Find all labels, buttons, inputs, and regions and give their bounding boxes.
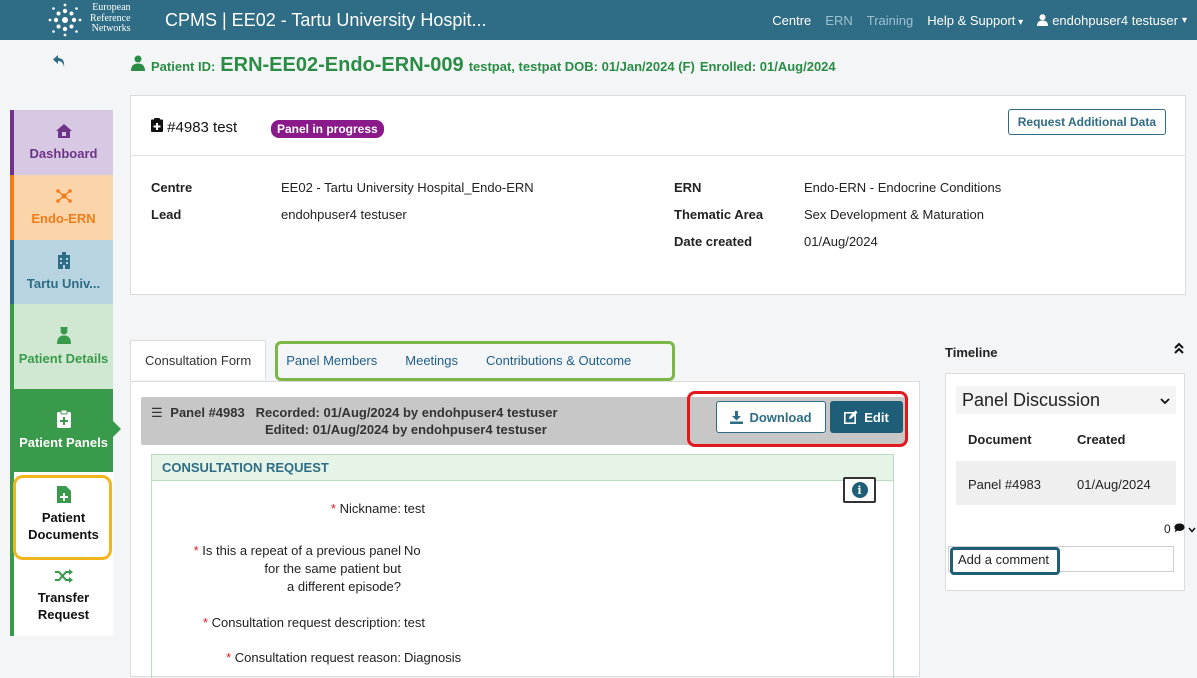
clipboard-plus-icon xyxy=(56,409,71,431)
field-label-text: for the same patient but xyxy=(264,561,401,576)
case-id-text: #4983 test xyxy=(167,119,238,136)
sidebar-item-endo-ern[interactable]: Endo-ERN xyxy=(10,175,113,240)
app-title[interactable]: CPMS | EE02 - Tartu University Hospit... xyxy=(165,10,486,31)
sidebar-item-patient-panels[interactable]: Patient Panels xyxy=(10,389,121,472)
edited-info: Edited: 01/Aug/2024 by endohpuser4 testu… xyxy=(265,422,547,437)
nav-link-centre[interactable]: Centre xyxy=(772,13,811,28)
collapse-up-icon[interactable] xyxy=(1174,341,1184,357)
patient-id-label: Patient ID: xyxy=(151,59,216,74)
sidebar-item-label: Patient Panels xyxy=(19,435,108,450)
field-label-text: Is this a repeat of a previous panel xyxy=(202,543,401,558)
comment-count-value: 0 xyxy=(1164,522,1171,536)
help-support-dropdown[interactable]: Help & Support xyxy=(927,13,1023,28)
request-additional-data-button[interactable]: Request Additional Data xyxy=(1007,109,1166,135)
back-arrow-icon[interactable] xyxy=(52,52,66,73)
sidebar-item-transfer-request[interactable]: Transfer Request xyxy=(10,556,113,636)
highlight-yellow xyxy=(13,475,112,560)
patient-header: Patient ID: ERN-EE02-Endo-ERN-009 testpa… xyxy=(130,54,836,77)
thematic-area-value: Sex Development & Maturation xyxy=(804,207,984,222)
thematic-area-label: Thematic Area xyxy=(674,207,764,222)
patient-details: testpat, testpat DOB: 01/Jan/2024 (F) xyxy=(468,59,695,74)
lead-value: endohpuser4 testuser xyxy=(281,207,407,222)
clipboard-plus-icon xyxy=(151,118,163,132)
nav-link-ern[interactable]: ERN xyxy=(825,13,852,28)
user-menu-dropdown[interactable]: endohpuser4 testuser ▾ xyxy=(1037,13,1187,28)
add-comment-placeholder[interactable]: Add a comment xyxy=(950,547,1060,575)
home-icon xyxy=(55,123,73,142)
chevron-down-icon xyxy=(1188,527,1196,533)
panel-summary-card: #4983 test Panel in progress Request Add… xyxy=(130,95,1186,295)
panel-discussion-header[interactable]: Panel Discussion xyxy=(956,386,1176,414)
field-label: * Consultation request reason: xyxy=(226,650,401,665)
field-value: Diagnosis xyxy=(404,650,462,665)
field-label: * Is this a repeat of a previous panel f… xyxy=(193,543,401,594)
sidebar-item-tartu[interactable]: Tartu Univ... xyxy=(10,240,113,304)
sidebar-item-label: Tartu Univ... xyxy=(26,276,101,291)
centre-value: EE02 - Tartu University Hospital_Endo-ER… xyxy=(281,180,534,195)
highlight-red xyxy=(687,391,908,447)
info-button[interactable]: i xyxy=(843,477,876,503)
user-name: endohpuser4 testuser xyxy=(1052,12,1178,28)
row-document[interactable]: Panel #4983 xyxy=(968,477,1041,492)
user-icon xyxy=(1037,14,1049,26)
lead-label: Lead xyxy=(151,207,182,222)
field-label-text: Consultation request description: xyxy=(211,615,401,630)
comment-count[interactable]: 0 xyxy=(1164,522,1196,536)
ern-logo-text[interactable]: European Reference Networks xyxy=(90,2,131,35)
network-icon xyxy=(55,188,73,207)
sidebar-item-dashboard[interactable]: Dashboard xyxy=(10,110,113,175)
status-badge: Panel in progress xyxy=(271,120,384,138)
field-label: * Consultation request description: xyxy=(202,615,401,630)
ern-logo-icon[interactable] xyxy=(48,3,82,37)
sidebar-item-label: Transfer Request xyxy=(37,590,90,622)
field-value: No xyxy=(404,543,421,558)
patient-enrolled: Enrolled: 01/Aug/2024 xyxy=(699,59,836,74)
row-created: 01/Aug/2024 xyxy=(1077,477,1151,492)
info-icon: i xyxy=(851,482,868,498)
list-icon: ☰ xyxy=(151,405,163,420)
date-created-label: Date created xyxy=(674,234,753,249)
date-created-value: 01/Aug/2024 xyxy=(804,234,878,249)
sidebar-item-patient-details[interactable]: Patient Details xyxy=(10,304,113,389)
field-label-text: Nickname: xyxy=(339,501,401,516)
patient-id: ERN-EE02-Endo-ERN-009 xyxy=(220,54,464,76)
document-column-header: Document xyxy=(968,432,1032,447)
patient-icon xyxy=(56,326,72,347)
ern-value: Endo-ERN - Endocrine Conditions xyxy=(804,180,1002,195)
centre-label: Centre xyxy=(151,180,193,195)
sidebar-item-label: Dashboard xyxy=(29,146,98,161)
comment-icon xyxy=(1174,523,1185,533)
field-value: test xyxy=(404,615,425,630)
shuffle-icon xyxy=(54,569,73,586)
top-navbar: European Reference Networks CPMS | EE02 … xyxy=(0,0,1197,40)
chevron-down-icon: ▾ xyxy=(1181,14,1187,26)
field-value: test xyxy=(404,501,425,516)
sidebar-item-label: Endo-ERN xyxy=(31,211,96,226)
consultation-request-section: CONSULTATION REQUEST i * Nickname: test … xyxy=(151,454,894,678)
logo-text-line: Networks xyxy=(91,23,131,34)
panel-discussion-title: Panel Discussion xyxy=(962,389,1101,410)
timeline-title: Timeline xyxy=(945,345,998,360)
tab-consultation-form[interactable]: Consultation Form xyxy=(130,340,267,380)
building-icon xyxy=(57,252,71,272)
field-label-text: a different episode? xyxy=(287,579,401,594)
sidebar-item-label: Patient Details xyxy=(18,351,109,366)
panel-name: Panel #4983 xyxy=(170,405,245,420)
created-column-header: Created xyxy=(1077,432,1126,447)
patient-icon xyxy=(131,55,145,71)
case-id: #4983 test xyxy=(151,118,237,136)
field-label: * Nickname: xyxy=(330,501,401,516)
ern-label: ERN xyxy=(674,180,702,195)
field-label-text: Consultation request reason: xyxy=(234,650,401,665)
nav-link-training[interactable]: Training xyxy=(867,13,913,28)
highlight-green xyxy=(275,341,675,381)
panel-card-header: #4983 test Panel in progress Request Add… xyxy=(131,96,1185,156)
recorded-info: Recorded: 01/Aug/2024 by endohpuser4 tes… xyxy=(255,405,558,420)
logo-text-line: European xyxy=(92,2,131,13)
form-record-info: ☰ Panel #4983 Recorded: 01/Aug/2024 by e… xyxy=(151,404,558,438)
section-title: CONSULTATION REQUEST xyxy=(152,455,893,481)
chevron-down-icon xyxy=(1160,393,1170,408)
